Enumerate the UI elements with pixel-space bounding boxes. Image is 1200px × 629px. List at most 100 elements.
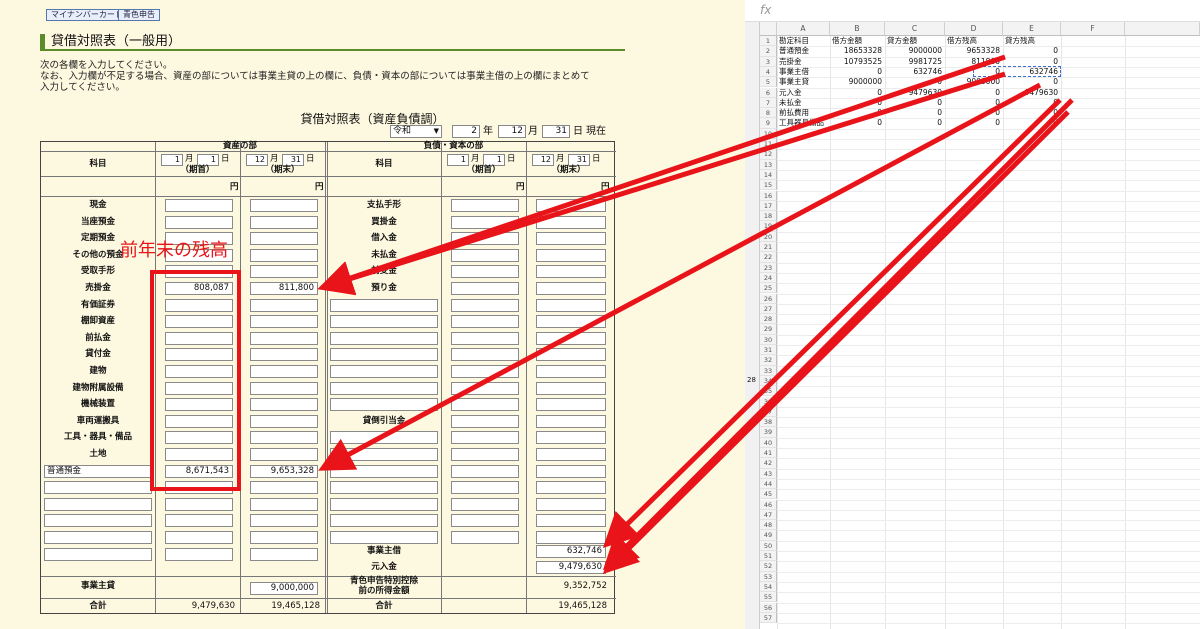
row-header[interactable]: 46 bbox=[760, 499, 777, 510]
liability-custom-name-input[interactable] bbox=[330, 431, 438, 445]
liability-start-input[interactable] bbox=[451, 464, 519, 478]
liability-start-input[interactable] bbox=[451, 315, 519, 329]
row-header[interactable]: 23 bbox=[760, 262, 777, 273]
spreadsheet-cell[interactable]: 前払費用 bbox=[779, 108, 809, 118]
spreadsheet-cell[interactable]: 未払金 bbox=[779, 98, 802, 108]
liability-end-input[interactable] bbox=[536, 448, 606, 461]
asset-end-input[interactable] bbox=[250, 348, 318, 362]
row-header[interactable]: 28 bbox=[760, 314, 777, 325]
liability-start-input[interactable] bbox=[451, 497, 519, 511]
spreadsheet-cell[interactable]: 勘定科目 bbox=[779, 36, 809, 46]
spreadsheet-cell[interactable]: 事業主借 bbox=[779, 67, 809, 77]
liability-custom-name-input[interactable] bbox=[330, 481, 438, 495]
asset-end-input[interactable] bbox=[250, 265, 318, 279]
liability-end-input[interactable] bbox=[536, 481, 606, 495]
row-header[interactable]: 4 bbox=[760, 66, 777, 78]
spreadsheet-cell[interactable]: 0 bbox=[945, 118, 1000, 128]
row-header[interactable]: 45 bbox=[760, 489, 777, 500]
formula-bar[interactable]: fx bbox=[745, 0, 1200, 22]
liability-custom-name-input[interactable] bbox=[330, 531, 438, 544]
spreadsheet-cell[interactable]: 借方金額 bbox=[832, 36, 862, 46]
row-header[interactable]: 29 bbox=[760, 324, 777, 335]
liability-start-input[interactable] bbox=[451, 398, 519, 412]
asset-end-input[interactable] bbox=[250, 381, 318, 395]
spreadsheet-cell[interactable]: 0 bbox=[1003, 118, 1058, 128]
liability-end-input[interactable] bbox=[536, 531, 606, 544]
row-header[interactable]: 20 bbox=[760, 231, 777, 242]
asset-end-input[interactable] bbox=[250, 514, 318, 528]
asset-end-input[interactable]: 9,653,328 bbox=[250, 464, 318, 478]
row-header[interactable]: 38 bbox=[760, 417, 777, 428]
liability-start-input[interactable] bbox=[451, 199, 519, 212]
liability-end-input[interactable] bbox=[536, 265, 606, 279]
row-header[interactable]: 12 bbox=[760, 149, 777, 160]
row-header[interactable]: 57 bbox=[760, 612, 777, 624]
liability-start-input[interactable] bbox=[451, 282, 519, 295]
row-header[interactable]: 42 bbox=[760, 458, 777, 469]
row-header[interactable]: 31 bbox=[760, 345, 777, 356]
row-header[interactable]: 21 bbox=[760, 242, 777, 253]
row-header[interactable]: 50 bbox=[760, 540, 777, 551]
liability-start-input[interactable] bbox=[451, 248, 519, 262]
asset-end-input[interactable] bbox=[250, 199, 318, 212]
liability-end-input[interactable] bbox=[536, 248, 606, 262]
spreadsheet-cell[interactable]: 0 bbox=[885, 118, 942, 128]
spreadsheet-cell[interactable]: 18653328 bbox=[830, 46, 882, 56]
spreadsheet-cell[interactable]: 0 bbox=[1003, 98, 1058, 108]
row-header[interactable]: 5 bbox=[760, 77, 777, 88]
liability-start-input[interactable] bbox=[451, 431, 519, 445]
asset-start-input[interactable] bbox=[165, 199, 233, 212]
liability-custom-name-input[interactable] bbox=[330, 448, 438, 461]
liability-end-input[interactable] bbox=[536, 431, 606, 445]
row-header[interactable]: 27 bbox=[760, 303, 777, 315]
spreadsheet-cell[interactable]: 貸方金額 bbox=[887, 36, 917, 46]
spreadsheet-cell[interactable]: 0 bbox=[1003, 108, 1058, 118]
liability-start-input[interactable] bbox=[451, 414, 519, 428]
spreadsheet-cell[interactable]: 9479630 bbox=[1003, 88, 1058, 98]
row-header[interactable]: 54 bbox=[760, 581, 777, 593]
asset-start-input[interactable] bbox=[165, 547, 233, 561]
spreadsheet-cell[interactable]: 0 bbox=[945, 98, 1000, 108]
liability-end-input[interactable] bbox=[536, 199, 606, 212]
liability-custom-name-input[interactable] bbox=[330, 381, 438, 395]
spreadsheet-cell[interactable]: 工具器具備品 bbox=[779, 118, 824, 128]
row-header[interactable]: 39 bbox=[760, 427, 777, 438]
spreadsheet-cell[interactable]: 0 bbox=[830, 67, 882, 77]
spreadsheet-cell[interactable]: 0 bbox=[830, 118, 882, 128]
spreadsheet-cell[interactable]: 9479630 bbox=[885, 88, 942, 98]
spreadsheet-cell[interactable]: 0 bbox=[830, 88, 882, 98]
row-header[interactable]: 19 bbox=[760, 221, 777, 232]
spreadsheet-cell[interactable]: 0 bbox=[885, 77, 942, 87]
row-header[interactable]: 17 bbox=[760, 200, 777, 212]
asset-end-input[interactable] bbox=[250, 298, 318, 312]
row-header[interactable]: 11 bbox=[760, 139, 777, 150]
row-header[interactable]: 43 bbox=[760, 468, 777, 479]
asset-end-input[interactable] bbox=[250, 448, 318, 461]
row-header[interactable]: 25 bbox=[760, 283, 777, 294]
row-header[interactable]: 6 bbox=[760, 87, 777, 98]
asset-end-input[interactable] bbox=[250, 248, 318, 262]
liability-start-input[interactable] bbox=[451, 232, 519, 246]
month-input[interactable]: 12 bbox=[498, 125, 526, 138]
liability-end-input[interactable] bbox=[536, 514, 606, 528]
mynumber-card-button[interactable]: マイナンバーカード bbox=[46, 9, 128, 21]
era-select[interactable]: 令和 ▼ bbox=[390, 125, 442, 138]
spreadsheet-cell[interactable]: 0 bbox=[1003, 77, 1058, 87]
column-header[interactable]: B bbox=[830, 22, 885, 36]
spreadsheet-cell[interactable]: 9981725 bbox=[885, 57, 942, 67]
liability-custom-name-input[interactable] bbox=[330, 298, 438, 312]
asset-start-input[interactable] bbox=[165, 215, 233, 229]
liability-end-input[interactable] bbox=[536, 282, 606, 295]
liability-start-input[interactable] bbox=[451, 348, 519, 362]
spreadsheet-cell[interactable]: 0 bbox=[885, 108, 942, 118]
liability-start-input[interactable] bbox=[451, 531, 519, 544]
liability-end-input[interactable] bbox=[536, 298, 606, 312]
liability-custom-name-input[interactable] bbox=[330, 365, 438, 378]
row-header[interactable]: 16 bbox=[760, 190, 777, 201]
asset-end-input[interactable] bbox=[250, 398, 318, 412]
row-header[interactable]: 34 bbox=[760, 375, 777, 387]
asset-custom-name-input[interactable] bbox=[44, 514, 152, 528]
liability-end-input[interactable] bbox=[536, 232, 606, 246]
spreadsheet-cell[interactable]: 0 bbox=[830, 98, 882, 108]
liability-end-input[interactable] bbox=[536, 464, 606, 478]
